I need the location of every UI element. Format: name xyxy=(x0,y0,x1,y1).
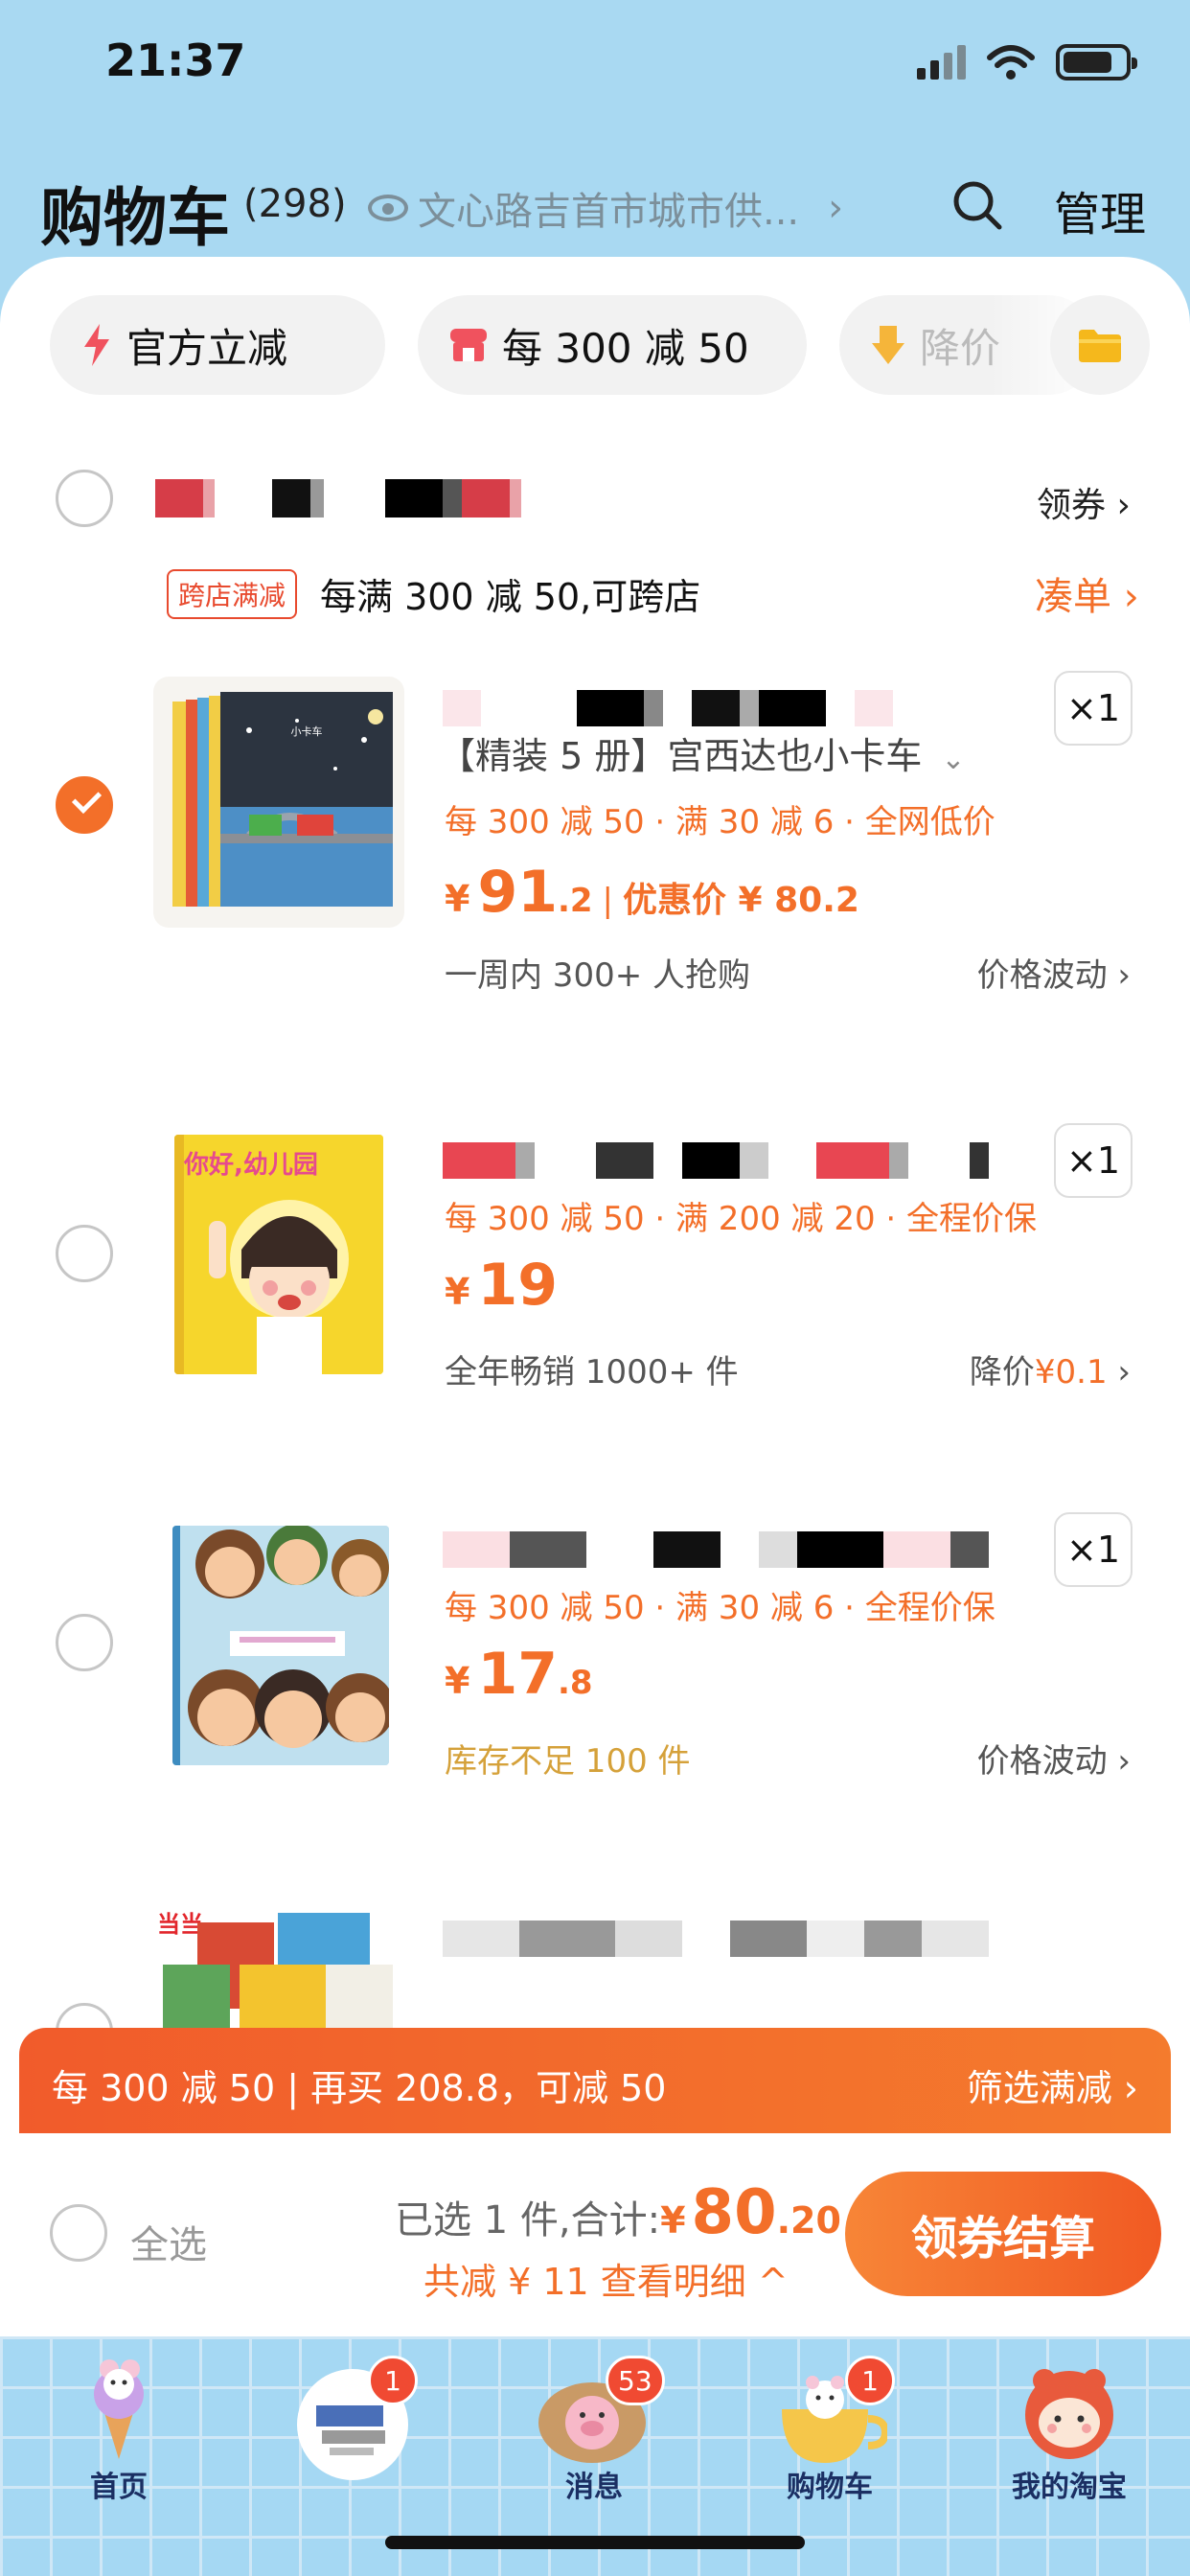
total-summary: 已选 1 件,合计: ¥80.20 xyxy=(395,2177,841,2248)
shop-name-redacted xyxy=(155,479,558,518)
status-time: 21:37 xyxy=(105,34,246,86)
tab-cart[interactable]: 1 购物车 xyxy=(744,2356,916,2518)
book-cover-image xyxy=(172,1526,389,1765)
item-select-checkbox[interactable] xyxy=(56,1225,113,1282)
lightning-icon xyxy=(84,324,109,366)
cross-store-promo: 跨店满减 每满 300 减 50,可跨店 凑单 › xyxy=(0,562,1190,629)
discount-banner[interactable]: 每 300 减 50 | 再买 208.8，可减 50 筛选满减 › xyxy=(19,2028,1171,2133)
tab-second[interactable]: 1 xyxy=(266,2356,439,2518)
product-name-redacted xyxy=(443,690,989,726)
product-image[interactable]: 小卡车 xyxy=(153,677,404,928)
tab-label: 首页 xyxy=(90,2471,148,2504)
quantity-button[interactable]: ×1 xyxy=(1054,1512,1133,1587)
price: ¥ 17 .8 xyxy=(445,1641,593,1708)
promo-tag: 跨店满减 xyxy=(167,569,298,619)
tab-label: 消息 xyxy=(565,2471,623,2504)
selected-count-text: 已选 1 件,合计: xyxy=(395,2198,661,2242)
filter-chips: 官方立减 每 300 减 50 降价 xyxy=(50,295,1190,395)
wifi-icon xyxy=(987,45,1035,80)
book-cover-image: 你好,幼儿园 xyxy=(174,1135,383,1374)
quantity-button[interactable]: ×1 xyxy=(1054,671,1133,746)
price-drop-link[interactable]: 降价¥0.1 › xyxy=(970,1346,1131,1392)
sales-info: 全年畅销 1000+ 件 xyxy=(445,1353,739,1392)
page-title: 购物车 xyxy=(40,181,230,255)
shop-header: 领券 › xyxy=(0,448,1190,564)
ice-cream-icon xyxy=(94,2359,144,2459)
shop-icon xyxy=(450,329,487,361)
tab-label: 我的淘宝 xyxy=(1012,2471,1127,2504)
tab-home[interactable]: 首页 xyxy=(33,2356,205,2518)
chip-official-discount[interactable]: 官方立减 xyxy=(50,295,385,395)
status-icons xyxy=(917,44,1137,80)
checkout-button[interactable]: 领券结算 xyxy=(845,2172,1161,2296)
tab-my-taobao[interactable]: 我的淘宝 xyxy=(983,2356,1156,2518)
folder-button[interactable] xyxy=(1050,295,1150,395)
price: ¥ 19 xyxy=(445,1252,558,1319)
cart-item: 小卡车 ×1 【精装 5 册】宫西达也小卡车 ⌄ 每 300 减 50 · 满 3… xyxy=(0,671,1190,1070)
promo-tags: 每 300 减 50 · 满 30 减 6 · 全网低价 xyxy=(445,803,995,841)
get-coupon-link[interactable]: 领券 › xyxy=(1037,477,1131,527)
product-spec-selector[interactable]: 【精装 5 册】宫西达也小卡车 ⌄ xyxy=(439,726,965,779)
sales-info: 一周内 300+ 人抢购 xyxy=(445,956,750,995)
manage-button[interactable]: 管理 xyxy=(1054,176,1146,243)
location-text: 文心路吉首市城市供... xyxy=(418,190,800,234)
product-name-redacted xyxy=(443,1142,989,1179)
book-cover-image: 小卡车 xyxy=(172,692,393,907)
cart-item: ×1 每 300 减 50 · 满 30 减 6 · 全程价保 ¥ 17 .8 … xyxy=(0,1512,1190,1882)
discount-price: 优惠价 ¥ 80.2 xyxy=(623,881,859,920)
search-icon[interactable] xyxy=(950,178,1004,232)
promo-text: 每满 300 减 50,可跨店 xyxy=(320,576,701,618)
chevron-down-icon: ⌄ xyxy=(941,743,966,776)
item-select-checkbox[interactable] xyxy=(56,1614,113,1671)
notification-badge: 1 xyxy=(368,2356,418,2405)
price-trend-link[interactable]: 价格波动 › xyxy=(977,949,1131,996)
chip-label: 每 300 减 50 xyxy=(502,324,749,372)
notification-badge: 53 xyxy=(606,2356,665,2405)
stock-warning: 库存不足 100 件 xyxy=(445,1742,691,1781)
item-select-checkbox[interactable] xyxy=(56,776,113,834)
total-amount: ¥80.20 xyxy=(660,2177,841,2248)
select-all-checkbox[interactable] xyxy=(50,2204,107,2262)
cellular-signal-icon xyxy=(917,45,966,80)
price-drop-amount: ¥0.1 xyxy=(1034,1353,1108,1392)
price-trend-link[interactable]: 价格波动 › xyxy=(977,1735,1131,1782)
chip-label: 官方立减 xyxy=(126,324,288,372)
filter-discount-link[interactable]: 筛选满减 › xyxy=(967,2058,1138,2111)
home-indicator xyxy=(385,2536,805,2549)
svg-text:你好,幼儿园: 你好,幼儿园 xyxy=(183,1151,318,1180)
chip-300-minus-50[interactable]: 每 300 减 50 xyxy=(418,295,807,395)
svg-text:小卡车: 小卡车 xyxy=(291,724,323,738)
quantity-button[interactable]: ×1 xyxy=(1054,1123,1133,1198)
delivery-location[interactable]: 文心路吉首市城市供... › xyxy=(368,180,843,236)
notification-badge: 1 xyxy=(845,2356,895,2405)
banner-text: 每 300 减 50 | 再买 208.8，可减 50 xyxy=(52,2067,667,2109)
product-name-redacted xyxy=(443,1531,989,1568)
shop-select-checkbox[interactable] xyxy=(56,470,113,527)
profile-avatar-icon xyxy=(1025,2369,1113,2459)
folder-icon xyxy=(1079,330,1121,362)
status-bar: 21:37 xyxy=(0,0,1190,134)
promo-tags: 每 300 减 50 · 满 30 减 6 · 全程价保 xyxy=(445,1589,995,1627)
cart-header: 购物车 (298) 文心路吉首市城市供... › 管理 xyxy=(0,153,1190,259)
spec-text: 【精装 5 册】宫西达也小卡车 xyxy=(439,735,923,777)
svg-text:当当: 当当 xyxy=(157,1911,203,1938)
tab-label: 购物车 xyxy=(787,2471,873,2504)
select-all-label[interactable]: 全选 xyxy=(130,2214,207,2269)
cart-item: 你好,幼儿园 ×1 每 300 减 50 · 满 200 减 20 · 全程价保… xyxy=(0,1123,1190,1484)
product-image[interactable] xyxy=(153,1518,404,1769)
chevron-right-icon: › xyxy=(828,186,844,230)
view-savings-detail[interactable]: 共减 ¥ 11 查看明细 ^ xyxy=(423,2252,789,2305)
price: ¥ 91 .2 | 优惠价 ¥ 80.2 xyxy=(445,859,859,926)
product-name-redacted xyxy=(443,1920,989,1957)
cart-count: (298) xyxy=(243,182,347,226)
add-more-link[interactable]: 凑单 › xyxy=(1035,565,1139,621)
promo-tags: 每 300 减 50 · 满 200 减 20 · 全程价保 xyxy=(445,1200,1038,1238)
tab-messages[interactable]: 53 消息 xyxy=(508,2356,680,2518)
eye-icon xyxy=(368,195,408,221)
battery-icon xyxy=(1056,44,1137,80)
checkout-bar: 全选 已选 1 件,合计: ¥80.20 共减 ¥ 11 查看明细 ^ 领券结算 xyxy=(0,2133,1190,2336)
product-image[interactable]: 你好,幼儿园 xyxy=(153,1129,404,1380)
price-drop-icon xyxy=(872,326,904,364)
